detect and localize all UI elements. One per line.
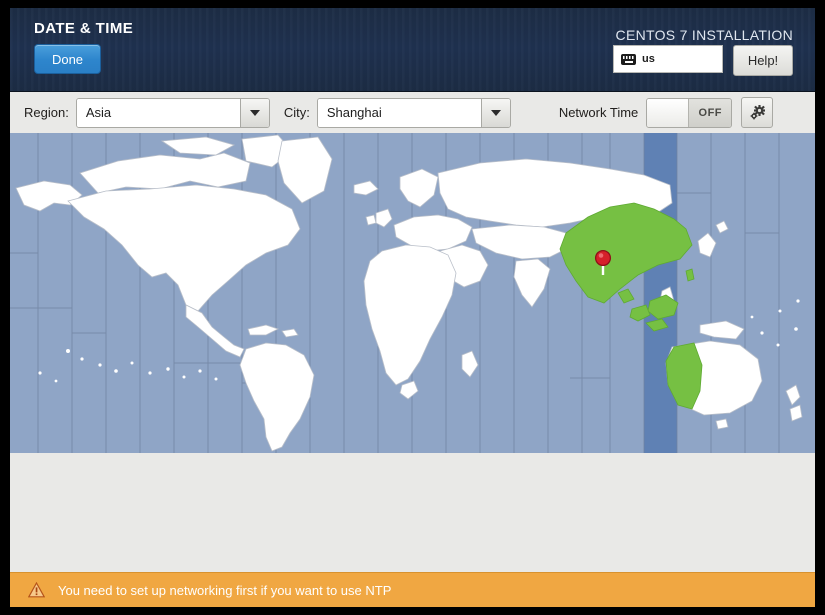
region-select[interactable]: Asia [76,98,270,128]
keyboard-icon [621,54,636,65]
chevron-down-icon [481,99,510,127]
keyboard-layout-indicator[interactable]: us [613,45,723,73]
keyboard-layout-label: us [642,53,655,65]
help-button[interactable]: Help! [733,45,793,76]
gear-icon [749,104,766,121]
network-time-toggle[interactable]: OFF [646,98,732,128]
timezone-toolbar: Region: Asia City: Shanghai Network Time… [10,92,815,133]
timezone-map[interactable] [10,133,815,453]
datetime-controls: 17:15 PM 24-hour AM/PM 03 [10,453,815,572]
city-select[interactable]: Shanghai [317,98,511,128]
warning-triangle-icon [28,582,45,598]
header-bar: DATE & TIME Done CENTOS 7 INSTALLATION u… [10,8,815,92]
installer-window: DATE & TIME Done CENTOS 7 INSTALLATION u… [10,8,815,607]
done-button[interactable]: Done [34,44,101,74]
region-label: Region: [24,105,69,120]
toggle-knob [647,99,689,127]
ntp-settings-button[interactable] [741,97,773,128]
region-value: Asia [77,99,240,127]
warning-message: You need to set up networking first if y… [58,583,391,598]
product-title: CENTOS 7 INSTALLATION [616,27,793,43]
toggle-state-label: OFF [689,99,731,127]
page-title: DATE & TIME [34,20,133,37]
network-time-label: Network Time [559,105,638,120]
city-label: City: [284,105,310,120]
chevron-down-icon [240,99,269,127]
city-value: Shanghai [318,99,481,127]
warning-bar: You need to set up networking first if y… [10,572,815,607]
